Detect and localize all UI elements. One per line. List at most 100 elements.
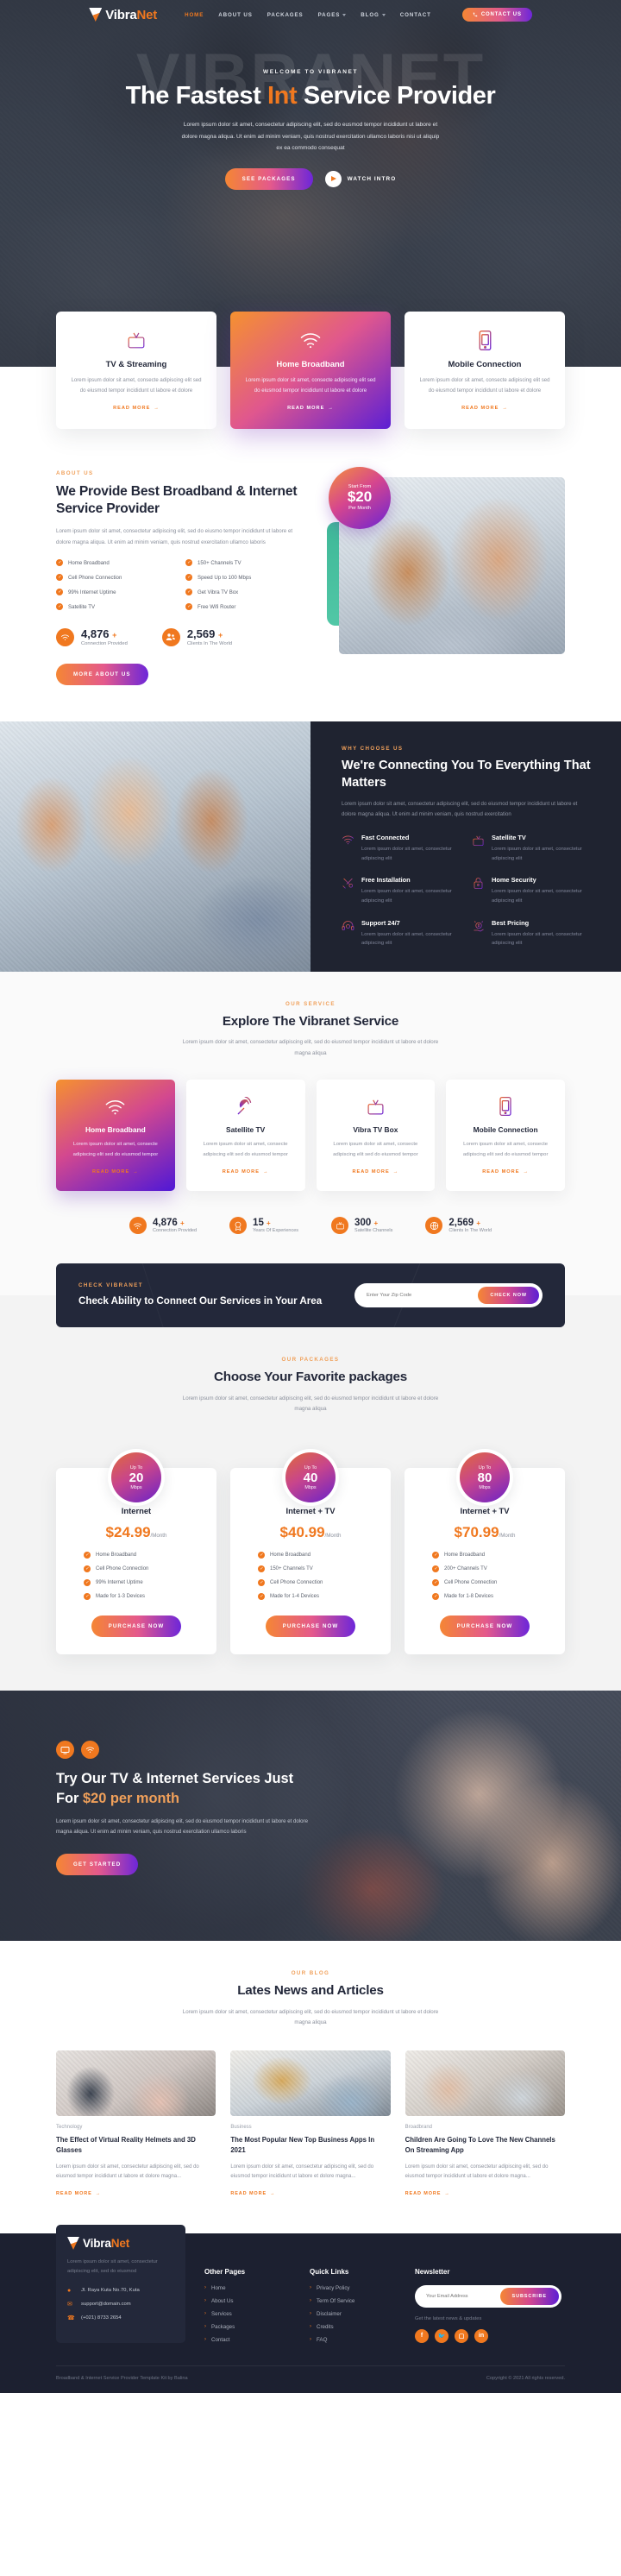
purchase-now-button[interactable]: PURCHASE NOW xyxy=(439,1616,530,1638)
read-more-link[interactable]: READ MORE → xyxy=(405,2191,450,2196)
service-card-text: Lorem ipsum dolor sit amet, consecte adi… xyxy=(419,377,550,394)
footer-link-home[interactable]: › Home xyxy=(204,2285,291,2291)
package-card-internet-20[interactable]: Up To 20 Mbps Internet $24.99/Month ✓ Hom… xyxy=(56,1449,216,1655)
footer-credit: Broadband & Internet Service Provider Te… xyxy=(56,2375,188,2381)
service-card-home-broadband[interactable]: Home Broadband Lorem ipsum dolor sit ame… xyxy=(230,312,391,429)
our-service-card-mobile-connection[interactable]: Mobile Connection Lorem ipsum dolor sit … xyxy=(446,1080,565,1192)
service-card-tv-streaming[interactable]: TV & Streaming Lorem ipsum dolor sit ame… xyxy=(56,312,216,429)
check-icon: ✓ xyxy=(432,1552,439,1559)
blog-post-excerpt: Lorem ipsum dolor sit amet, consectetur … xyxy=(405,2163,549,2180)
newsletter-email-input[interactable] xyxy=(426,2293,499,2299)
footer-link-term-of-service[interactable]: › Term Of Service xyxy=(310,2298,396,2304)
footer-link-privacy-policy[interactable]: › Privacy Policy xyxy=(310,2285,396,2291)
watch-intro-label: WATCH INTRO xyxy=(347,175,397,182)
purchase-now-button[interactable]: PURCHASE NOW xyxy=(265,1616,356,1638)
packages-header: OUR PACKAGES Choose Your Favorite packag… xyxy=(0,1327,621,1414)
nav-item-pages[interactable]: PAGES xyxy=(318,12,347,18)
blog-post-card[interactable]: Business The Most Popular New Top Busine… xyxy=(230,2050,391,2199)
read-more-link[interactable]: READ MORE → xyxy=(461,406,508,411)
nav-links: HOME ABOUT US PACKAGES PAGES BLOG CONTAC… xyxy=(185,12,431,18)
package-price: $40.99/Month xyxy=(279,1524,342,1541)
package-card-internet-tv-80[interactable]: Up To 80 Mbps Internet + TV $70.99/Month… xyxy=(405,1449,565,1655)
feature-item: ✓ Home Broadband xyxy=(258,1552,311,1559)
our-service-card-title: Vibra TV Box xyxy=(353,1125,398,1135)
zip-code-input[interactable] xyxy=(367,1293,461,1299)
footer-link-disclaimer[interactable]: › Disclaimer xyxy=(310,2311,396,2317)
footer-description: Lorem ipsum dolor sit amet, consectetur … xyxy=(67,2258,158,2275)
footer-logo[interactable]: VibraNet xyxy=(67,2236,147,2250)
our-service-card-satellite-tv[interactable]: Satellite TV Lorem ipsum dolor sit amet,… xyxy=(185,1080,305,1192)
watch-intro-button[interactable]: WATCH INTRO xyxy=(324,170,397,187)
check-icon: ✓ xyxy=(84,1565,91,1573)
read-more-link[interactable]: READ MORE → xyxy=(287,406,334,411)
cta-paragraph: Lorem ipsum dolor sit amet, consectetur … xyxy=(56,1818,308,1836)
tv-icon xyxy=(472,834,485,863)
footer-link-contact[interactable]: › Contact xyxy=(204,2337,291,2343)
nav-item-packages[interactable]: PACKAGES xyxy=(267,12,304,18)
globe-icon xyxy=(425,1217,443,1235)
purchase-now-button[interactable]: PURCHASE NOW xyxy=(91,1616,182,1638)
why-item-title: Support 24/7 xyxy=(361,918,400,927)
blog-post-title: The Most Popular New Top Business Apps I… xyxy=(230,2136,375,2155)
chevron-right-icon: › xyxy=(204,2285,206,2291)
read-more-link[interactable]: READ MORE → xyxy=(352,1169,398,1175)
about-media-column: Start From $20 Per Month xyxy=(327,466,565,685)
badge-icon xyxy=(229,1217,248,1235)
read-more-link[interactable]: READ MORE → xyxy=(92,1169,139,1175)
footer-email[interactable]: ✉ support@domain.com xyxy=(67,2301,174,2308)
site-logo[interactable]: VibraNet xyxy=(89,8,157,22)
logo-text: VibraNet xyxy=(105,8,157,22)
service-card-row: TV & Streaming Lorem ipsum dolor sit ame… xyxy=(56,312,565,429)
nav-item-blog[interactable]: BLOG xyxy=(361,12,386,18)
service-card-title: Home Broadband xyxy=(276,360,345,369)
twitter-icon[interactable]: 🐦 xyxy=(435,2328,448,2343)
nav-item-contact[interactable]: CONTACT xyxy=(400,12,431,18)
feature-item: ✓ Cell Phone Connection xyxy=(432,1579,498,1587)
see-packages-button[interactable]: SEE PACKAGES xyxy=(224,167,313,190)
chevron-down-icon xyxy=(381,13,386,16)
footer-link-credits[interactable]: › Credits xyxy=(310,2324,396,2330)
service-card-mobile-connection[interactable]: Mobile Connection Lorem ipsum dolor sit … xyxy=(405,312,565,429)
footer-link-about-us[interactable]: › About Us xyxy=(204,2298,291,2304)
footer-link-packages[interactable]: › Packages xyxy=(204,2324,291,2330)
tools-icon xyxy=(342,876,354,905)
blog-post-image xyxy=(56,2050,216,2117)
subscribe-button[interactable]: SUBSCRIBE xyxy=(499,2287,559,2305)
speed-unit: Mbps xyxy=(304,1484,317,1490)
get-started-button[interactable]: GET STARTED xyxy=(56,1853,139,1875)
triangle-logo-icon xyxy=(67,2236,79,2250)
read-more-link[interactable]: READ MORE → xyxy=(230,2191,275,2196)
package-card-internet-tv-40[interactable]: Up To 40 Mbps Internet + TV $40.99/Month… xyxy=(230,1449,391,1655)
footer-column-heading: Quick Links xyxy=(310,2267,349,2276)
our-service-card-vibra-tv-box[interactable]: Vibra TV Box Lorem ipsum dolor sit amet,… xyxy=(316,1080,436,1192)
footer-link-faq[interactable]: › FAQ xyxy=(310,2337,396,2343)
chevron-right-icon: › xyxy=(310,2285,311,2291)
our-service-card-home-broadband[interactable]: Home Broadband Lorem ipsum dolor sit ame… xyxy=(56,1080,175,1192)
why-item-title: Free Installation xyxy=(361,876,411,885)
footer-quick-links-column: Quick Links › Privacy Policy › Term Of Ser… xyxy=(310,2263,396,2343)
footer-link-services[interactable]: › Services xyxy=(204,2311,291,2317)
price-badge-value: $20 xyxy=(347,488,373,506)
read-more-link[interactable]: READ MORE → xyxy=(223,1169,269,1175)
instagram-icon[interactable]: ▢ xyxy=(455,2328,468,2343)
contact-us-button[interactable]: CONTACT US xyxy=(461,8,532,22)
more-about-us-button[interactable]: MORE ABOUT US xyxy=(56,664,148,686)
read-more-link[interactable]: READ MORE → xyxy=(482,1169,529,1175)
nav-item-about-us[interactable]: ABOUT US xyxy=(218,12,253,18)
check-icon: ✓ xyxy=(432,1579,439,1587)
facebook-icon[interactable]: f xyxy=(415,2328,429,2343)
read-more-link[interactable]: READ MORE → xyxy=(56,2191,101,2196)
blog-section: OUR BLOG Lates News and Articles Lorem i… xyxy=(0,1941,621,2233)
logo-text-a: Vibra xyxy=(105,7,137,22)
play-icon xyxy=(324,170,342,187)
nav-item-home[interactable]: HOME xyxy=(185,12,204,18)
read-more-link[interactable]: READ MORE → xyxy=(113,406,160,411)
blog-post-card[interactable]: Broadbrand Children Are Going To Love Th… xyxy=(405,2050,565,2199)
linkedin-icon[interactable]: in xyxy=(474,2328,488,2343)
footer-column-heading: Newsletter xyxy=(415,2267,450,2276)
check-now-button[interactable]: CHECK NOW xyxy=(478,1287,539,1305)
blog-post-category: Broadbrand xyxy=(405,2125,433,2131)
footer-phone[interactable]: ☎ (+021) 8733 2654 xyxy=(67,2315,174,2321)
triangle-logo-icon xyxy=(89,8,103,22)
blog-post-card[interactable]: Technology The Effect of Virtual Reality… xyxy=(56,2050,216,2199)
